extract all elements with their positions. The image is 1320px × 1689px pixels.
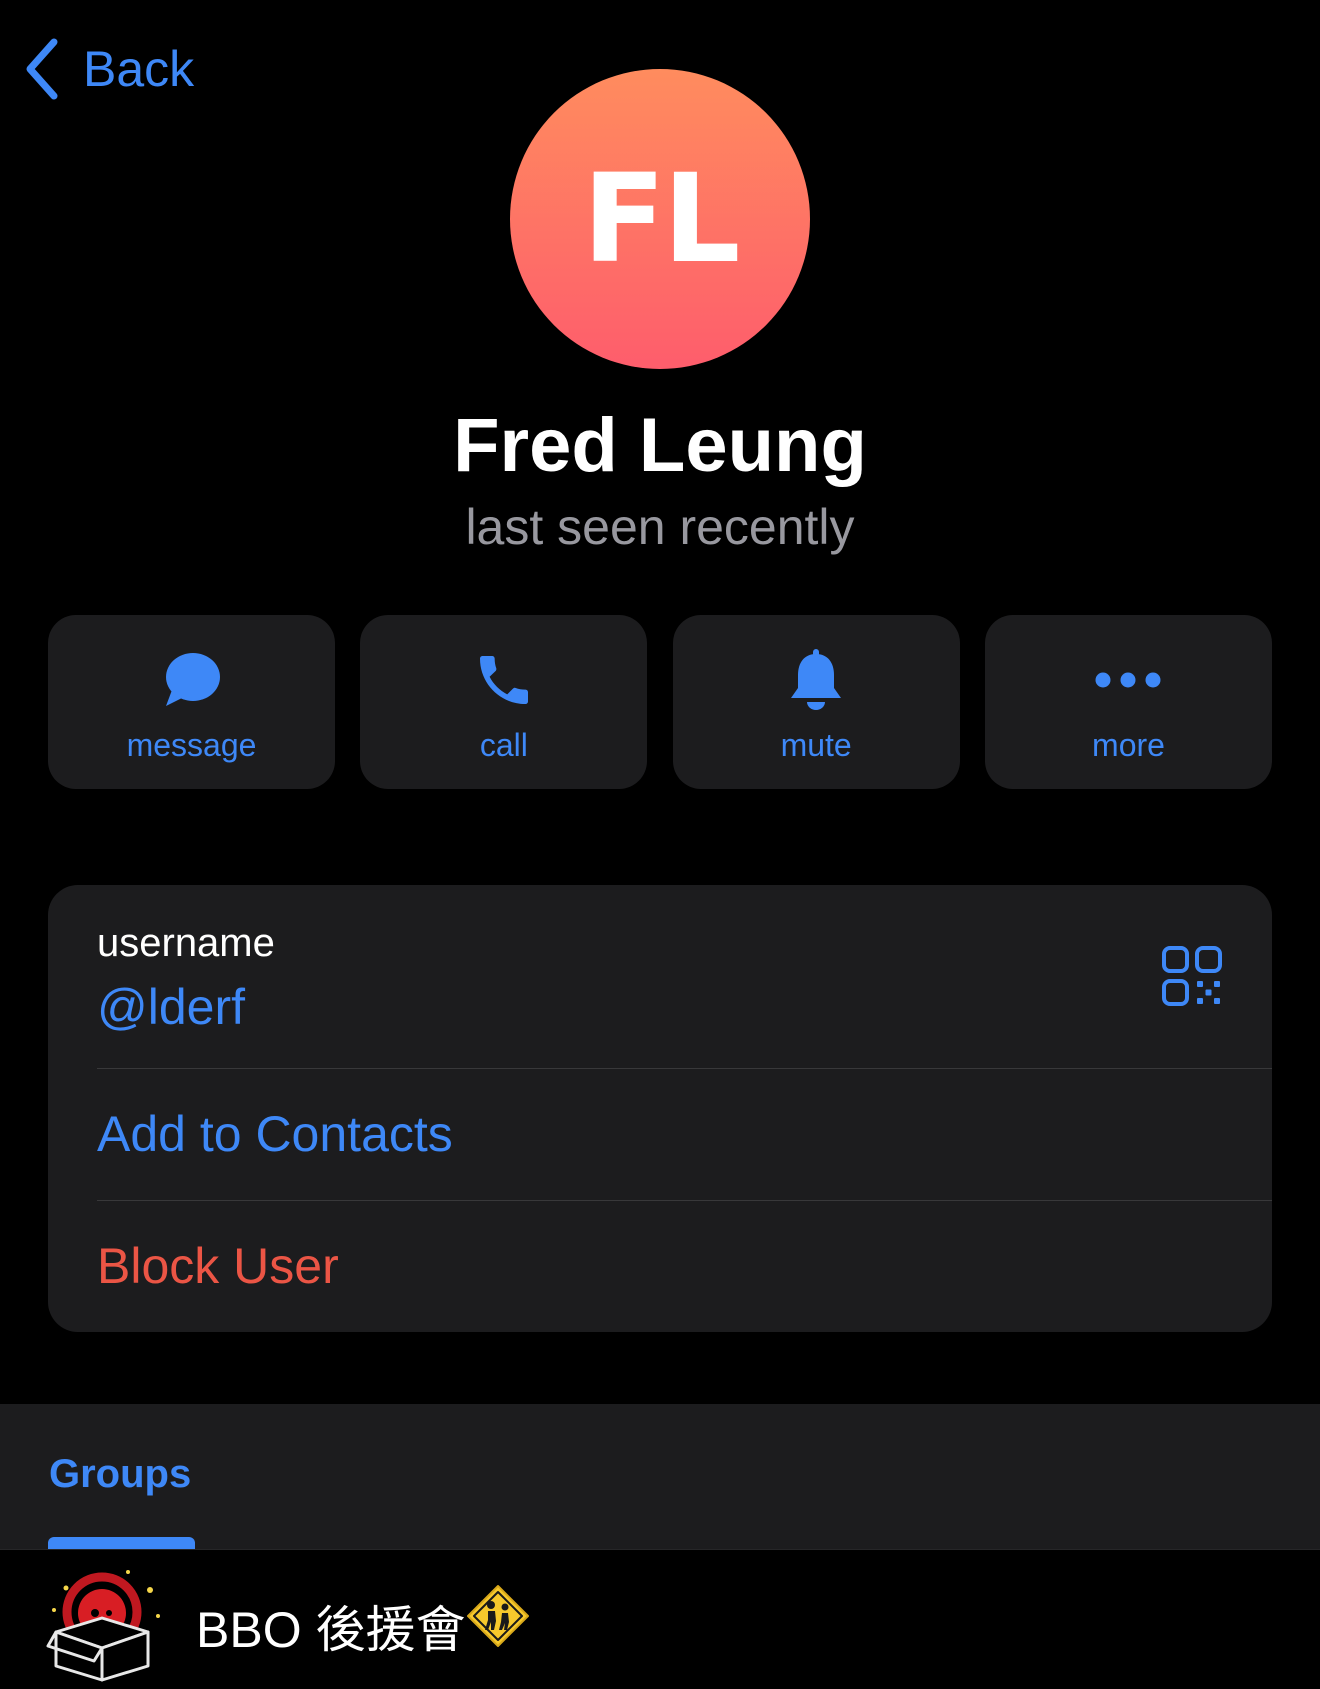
message-label: message [126,727,257,763]
username-value[interactable]: @lderf [97,978,245,1036]
group-avatar [46,1570,160,1682]
username-label: username [97,921,275,965]
action-bar: message call mute more [48,615,1272,789]
profile-avatar[interactable]: FL [510,69,810,369]
more-dots-icon [1095,672,1161,688]
block-user-button[interactable]: Block User [48,1201,1272,1332]
group-name: BBO 後援會 [196,1602,466,1658]
username-row: username @lderf [48,885,1272,1068]
tab-groups[interactable]: Groups [49,1452,191,1497]
back-label: Back [83,41,195,97]
chevron-left-icon [26,38,58,100]
mute-label: mute [780,727,852,763]
back-button[interactable]: Back [22,36,194,102]
profile-name: Fred Leung [453,403,867,488]
qr-code-icon[interactable] [1162,946,1222,1006]
avatar-initials: FL [582,148,740,290]
message-button[interactable]: message [48,615,335,789]
more-label: more [1092,727,1165,763]
tab-selection-indicator [48,1537,195,1549]
block-user-label: Block User [97,1238,339,1294]
group-list-item[interactable]: BBO 後援會 [0,1549,1320,1689]
mute-button[interactable]: mute [672,615,960,789]
call-label: call [479,727,528,763]
phone-icon [479,656,528,704]
bell-icon [791,649,842,710]
shared-media-tabs: Groups [0,1404,1320,1549]
more-button[interactable]: more [984,615,1272,789]
add-to-contacts-label: Add to Contacts [97,1106,453,1162]
children-crossing-sign-icon [467,1585,529,1647]
info-card: username @lderf Add to Contacts Block Us… [48,885,1272,1332]
profile-status: last seen recently [465,499,855,555]
call-button[interactable]: call [360,615,648,789]
add-to-contacts-button[interactable]: Add to Contacts [48,1069,1272,1200]
message-bubble-icon [165,653,220,706]
